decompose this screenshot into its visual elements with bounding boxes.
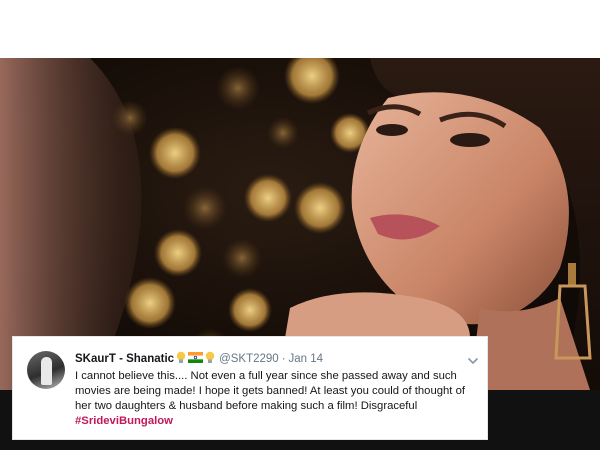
tweet-header: SKaurT - Shanatic @SKT2290 · Jan 14 [75,351,477,367]
tweet-card[interactable]: SKaurT - Shanatic @SKT2290 · Jan 14 I ca… [12,336,488,440]
chevron-down-icon[interactable] [467,353,479,365]
tweet-date[interactable]: Jan 14 [289,353,324,365]
hashtag-link[interactable]: #SrideviBungalow [75,415,173,427]
separator-dot: · [281,353,286,365]
avatar[interactable] [27,351,65,389]
india-flag-icon [188,352,204,366]
display-name[interactable]: SKaurT - Shanatic [75,353,174,365]
eye-left [376,124,408,136]
tweet-text: I cannot believe this.... Not even a ful… [75,370,466,412]
tweet-body: I cannot believe this.... Not even a ful… [75,369,479,429]
bulb-icon [205,351,215,367]
bulb-icon [176,351,186,367]
user-handle[interactable]: @SKT2290 [219,353,279,365]
eye-right [450,133,490,147]
top-margin [0,0,600,58]
